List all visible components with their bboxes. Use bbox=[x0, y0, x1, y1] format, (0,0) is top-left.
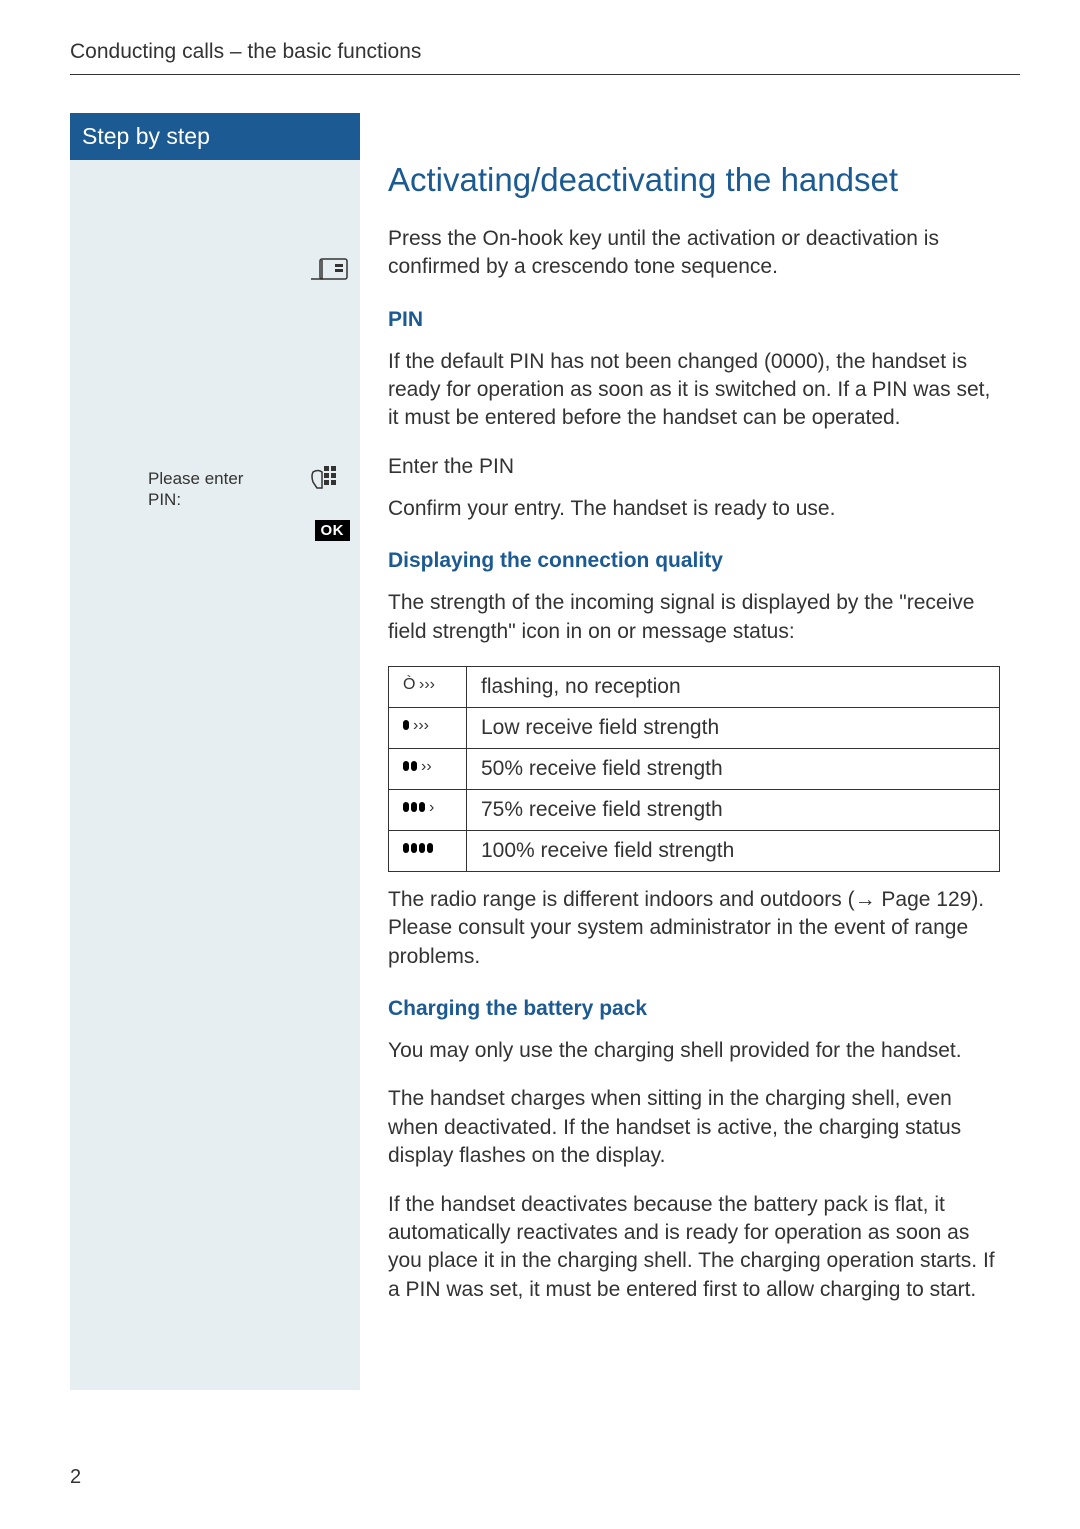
signal-desc: Low receive field strength bbox=[467, 708, 1000, 749]
connection-quality-intro: The strength of the incoming signal is d… bbox=[388, 589, 1000, 646]
page-title: Activating/deactivating the handset bbox=[388, 161, 1000, 199]
signal-desc: flashing, no reception bbox=[467, 667, 1000, 708]
signal-1-icon: ››› bbox=[403, 716, 447, 734]
step-sidebar: Step by step Please enter PIN: bbox=[70, 113, 360, 1390]
onhook-key-icon bbox=[310, 258, 350, 284]
table-row: ›› 50% receive field strength bbox=[389, 749, 1000, 790]
range-note: The radio range is different indoors and… bbox=[388, 886, 1000, 971]
connection-quality-heading: Displaying the connection quality bbox=[388, 549, 1000, 573]
signal-2-icon: ›› bbox=[403, 757, 447, 775]
signal-strength-table: Ò ››› flashing, no reception ››› bbox=[388, 666, 1000, 872]
signal-icon-cell: › bbox=[389, 790, 467, 831]
running-head: Conducting calls – the basic functions bbox=[70, 40, 1020, 75]
signal-desc: 75% receive field strength bbox=[467, 790, 1000, 831]
sidebar-header: Step by step bbox=[70, 113, 360, 160]
signal-3-icon: › bbox=[403, 798, 447, 816]
confirm-entry-text: Confirm your entry. The handset is ready… bbox=[388, 495, 1000, 523]
ok-badge: OK bbox=[315, 520, 351, 541]
svg-text:›››: ››› bbox=[413, 717, 429, 734]
signal-icon-cell: ››› bbox=[389, 708, 467, 749]
table-row: › 75% receive field strength bbox=[389, 790, 1000, 831]
svg-text:››: ›› bbox=[421, 758, 432, 775]
table-row: 100% receive field strength bbox=[389, 831, 1000, 872]
signal-icon-cell bbox=[389, 831, 467, 872]
pin-prompt: Please enter PIN: bbox=[148, 468, 298, 511]
pin-prompt-line2: PIN: bbox=[148, 490, 181, 509]
signal-icon-cell: ›› bbox=[389, 749, 467, 790]
charging-p1: You may only use the charging shell prov… bbox=[388, 1037, 1000, 1065]
charging-p2: The handset charges when sitting in the … bbox=[388, 1085, 1000, 1170]
keypad-icon bbox=[310, 466, 350, 496]
charging-heading: Charging the battery pack bbox=[388, 997, 1000, 1021]
enter-pin-text: Enter the PIN bbox=[388, 453, 1000, 481]
signal-0-icon: Ò ››› bbox=[403, 675, 447, 693]
pin-prompt-line1: Please enter bbox=[148, 469, 243, 488]
svg-text:Ò: Ò bbox=[403, 675, 415, 693]
table-row: ››› Low receive field strength bbox=[389, 708, 1000, 749]
page-number: 2 bbox=[70, 1466, 81, 1489]
pin-body: If the default PIN has not been changed … bbox=[388, 348, 1000, 433]
table-row: Ò ››› flashing, no reception bbox=[389, 667, 1000, 708]
signal-4-icon bbox=[403, 839, 447, 857]
ok-badge-wrapper: OK bbox=[310, 520, 350, 541]
svg-text:›››: ››› bbox=[419, 676, 435, 693]
charging-p3: If the handset deactivates because the b… bbox=[388, 1191, 1000, 1304]
pin-heading: PIN bbox=[388, 308, 1000, 332]
signal-desc: 50% receive field strength bbox=[467, 749, 1000, 790]
signal-desc: 100% receive field strength bbox=[467, 831, 1000, 872]
sidebar-body: Please enter PIN: bbox=[70, 160, 360, 1390]
svg-text:›: › bbox=[429, 799, 434, 816]
intro-text: Press the On-hook key until the activati… bbox=[388, 225, 1000, 282]
signal-icon-cell: Ò ››› bbox=[389, 667, 467, 708]
main-content: Activating/deactivating the handset Pres… bbox=[388, 113, 1020, 1390]
